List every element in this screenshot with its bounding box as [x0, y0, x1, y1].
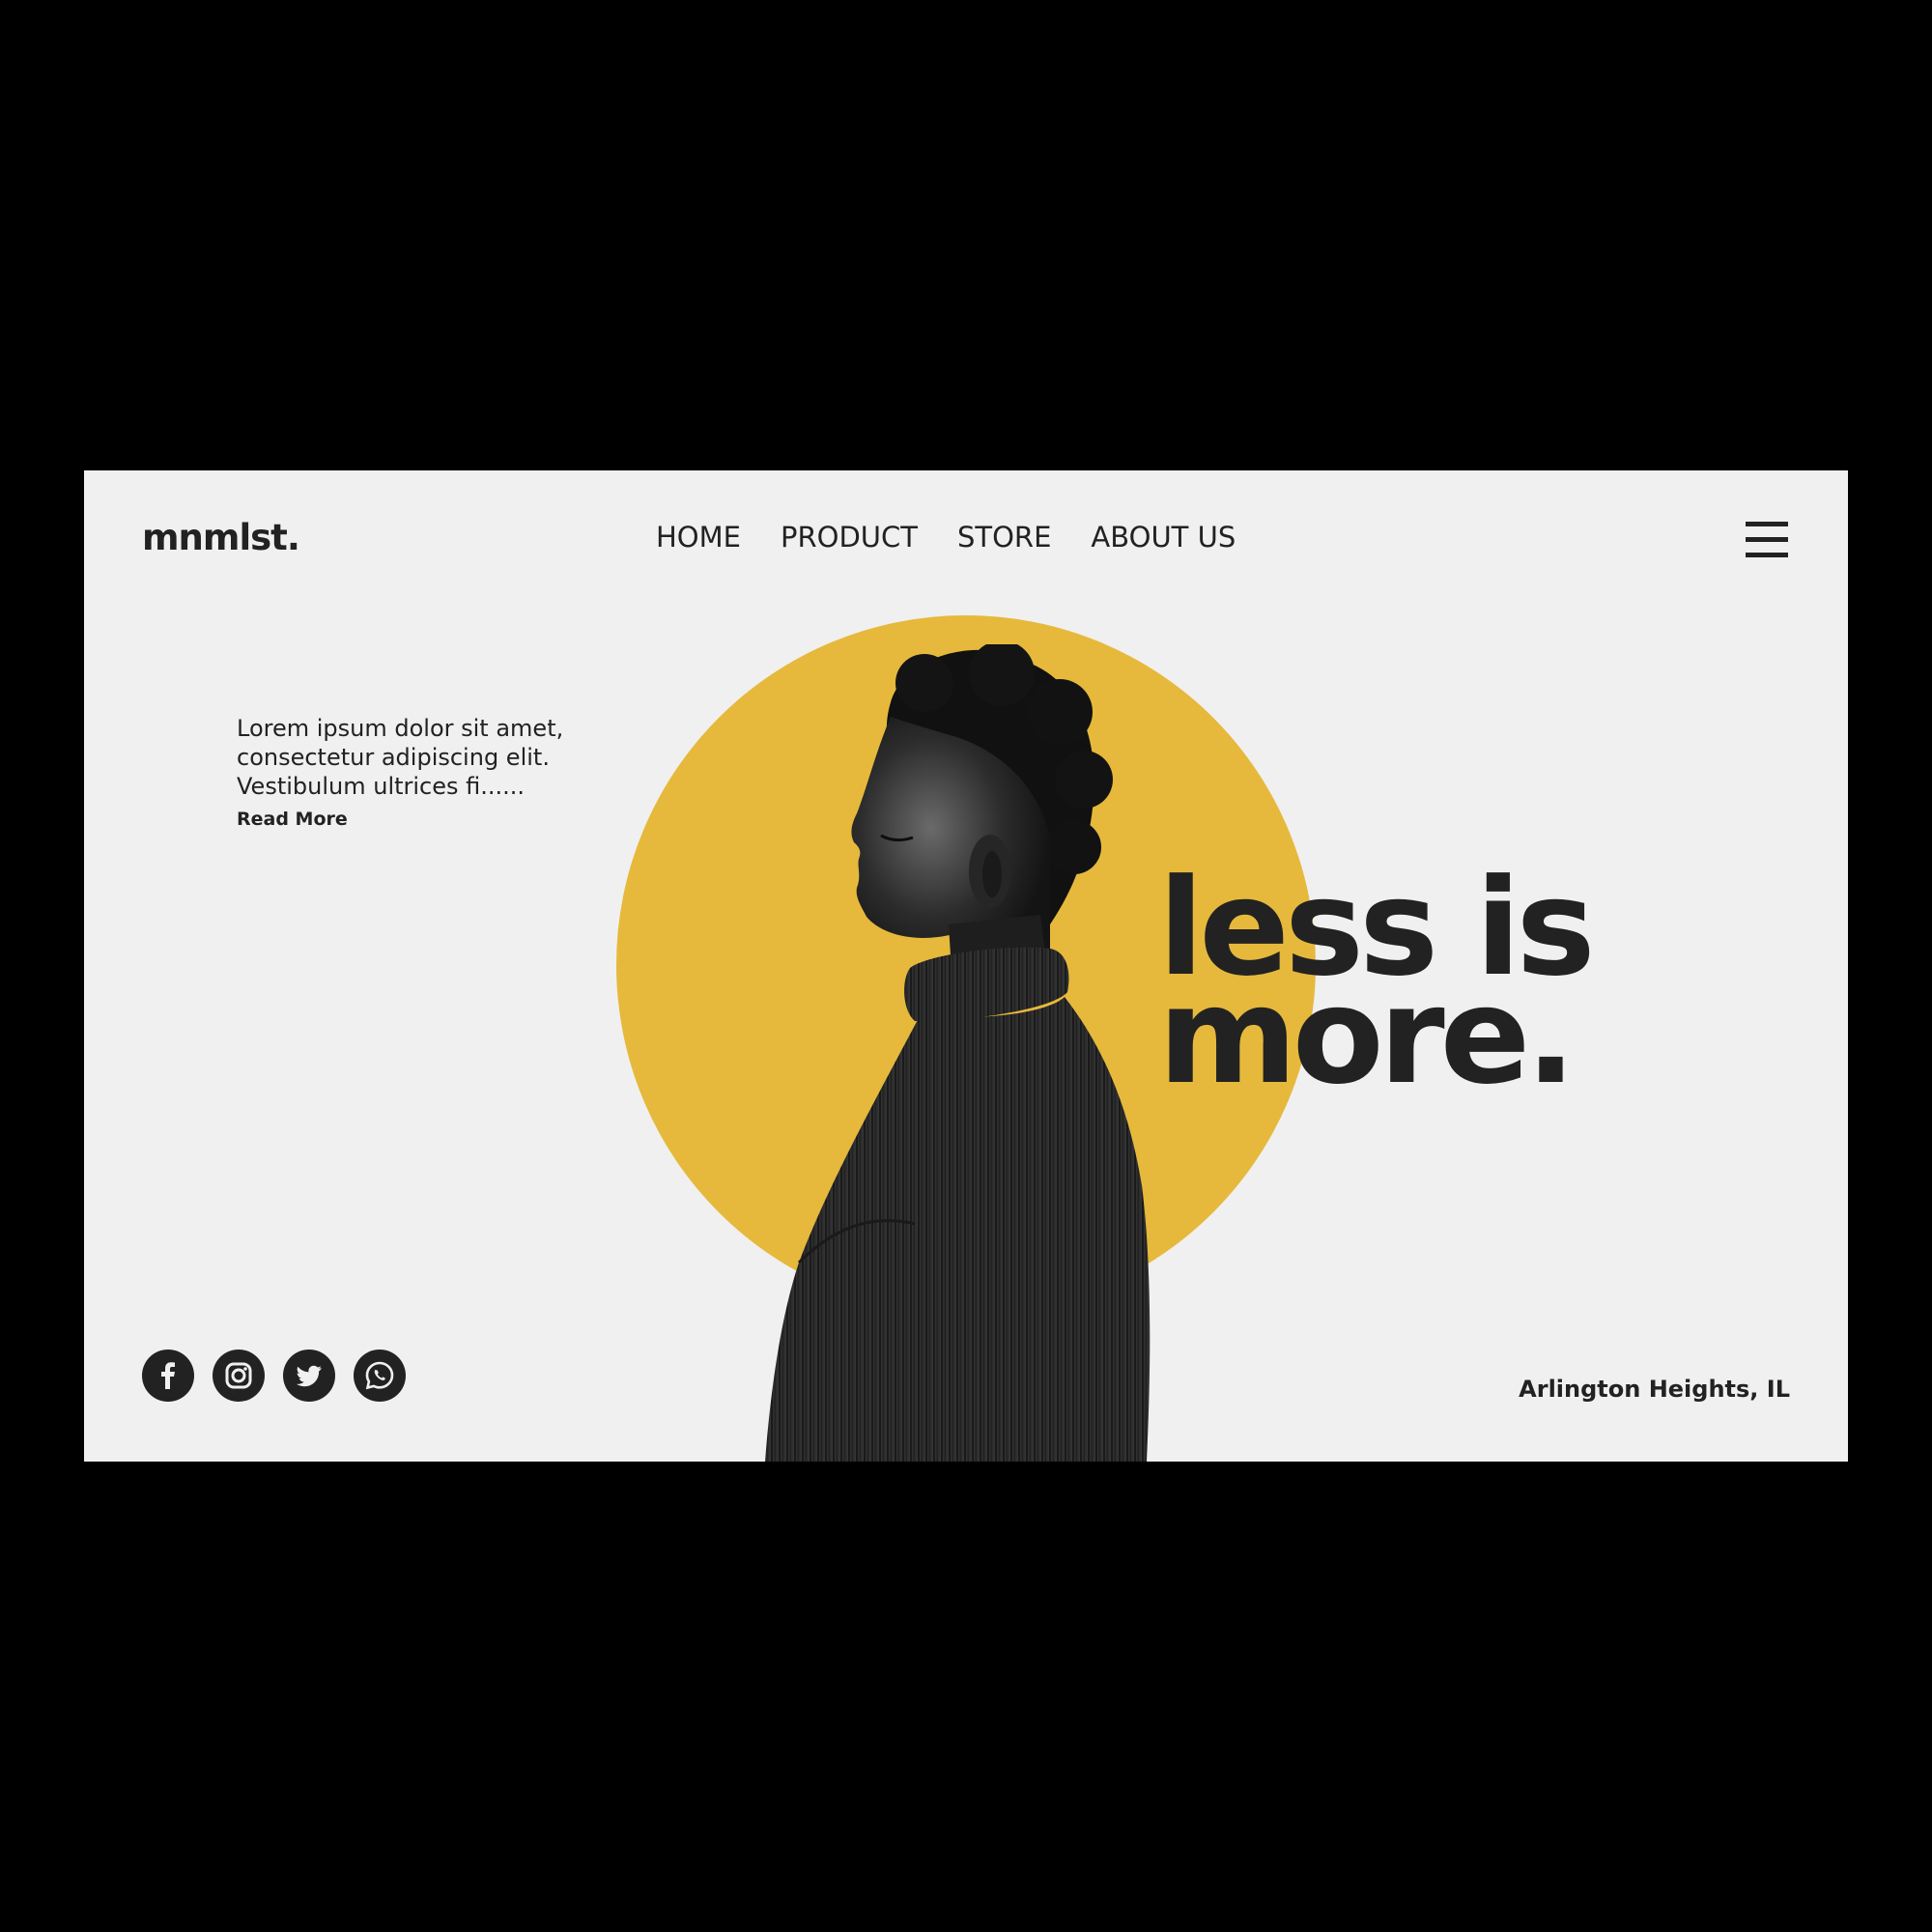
hero-portrait-image: [765, 644, 1151, 1462]
whatsapp-icon[interactable]: [354, 1350, 406, 1402]
read-more-link[interactable]: Read More: [237, 809, 348, 830]
landing-page: mnmlst. HOME PRODUCT STORE ABOUT US Lore…: [84, 470, 1848, 1462]
headline-line-2: more.: [1158, 958, 1577, 1114]
main-nav: HOME PRODUCT STORE ABOUT US: [656, 521, 1275, 554]
instagram-icon[interactable]: [213, 1350, 265, 1402]
nav-item-store[interactable]: STORE: [957, 521, 1051, 554]
twitter-icon[interactable]: [283, 1350, 335, 1402]
location-label: Arlington Heights, IL: [1519, 1376, 1790, 1403]
facebook-icon[interactable]: [142, 1350, 194, 1402]
nav-item-about-us[interactable]: ABOUT US: [1091, 521, 1236, 554]
hero-headline: less is more.: [1158, 862, 1596, 1114]
intro-text: Lorem ipsum dolor sit amet, consectetur …: [237, 715, 564, 800]
nav-item-home[interactable]: HOME: [656, 521, 741, 554]
nav-item-product[interactable]: PRODUCT: [781, 521, 918, 554]
social-links: [142, 1350, 424, 1402]
brand-logo[interactable]: mnmlst.: [142, 517, 300, 558]
hamburger-menu-icon[interactable]: [1746, 522, 1788, 558]
intro-block: Lorem ipsum dolor sit amet, consectetur …: [237, 714, 642, 830]
